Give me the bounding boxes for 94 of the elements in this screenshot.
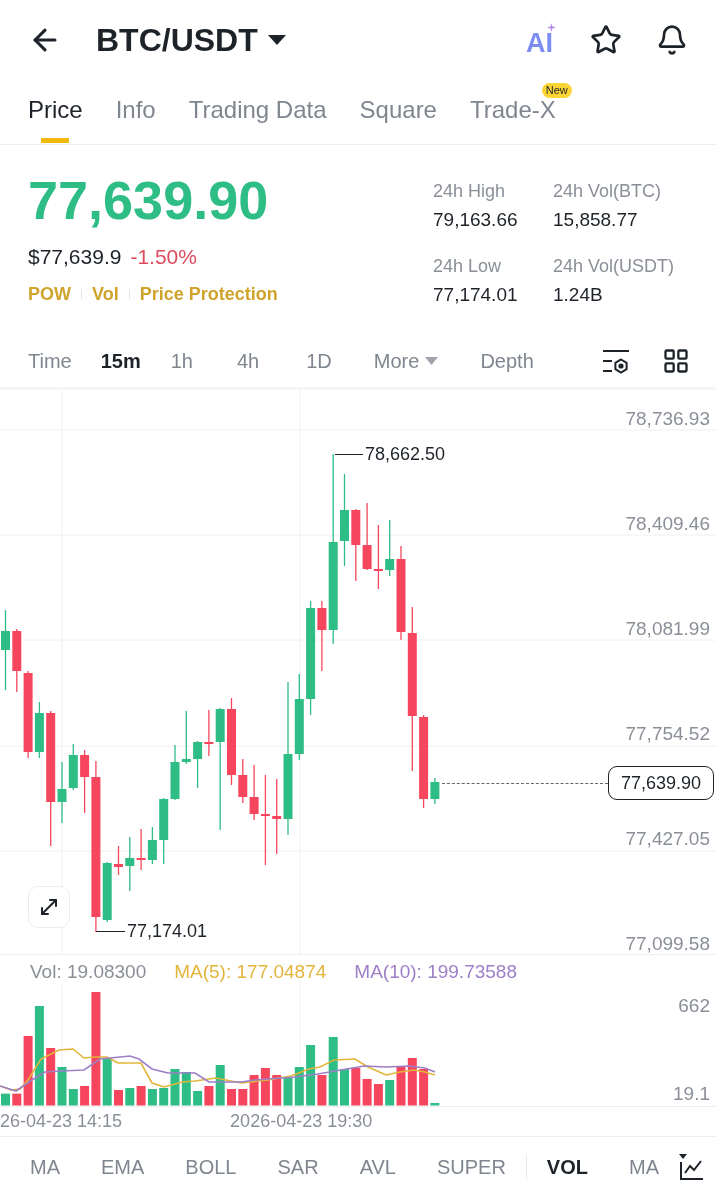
high-price-label: 78,662.50 <box>365 442 446 466</box>
tag-link[interactable]: Vol <box>92 280 119 308</box>
volume-bar <box>407 1058 417 1106</box>
interval-tab[interactable]: More <box>373 351 439 371</box>
last-price: 77,639.90 <box>28 173 270 227</box>
candlestick <box>373 524 383 590</box>
time-axis-label: 2026-04-23 19:30 <box>230 1110 373 1133</box>
volume-bar <box>136 1086 146 1106</box>
volume-bar <box>193 1091 203 1106</box>
candlestick <box>68 743 78 791</box>
candlestick <box>193 740 203 789</box>
ai-button[interactable]: AI <box>526 23 556 57</box>
interval-tab[interactable]: 1D <box>306 351 332 371</box>
volume-legend-text: Vol: 19.08300 <box>30 961 147 983</box>
volume-bar <box>283 1078 293 1106</box>
stat-value: 79,163.66 <box>433 208 519 232</box>
indicator-tab[interactable]: BOLL <box>185 1156 237 1177</box>
volume-axis-label: 662 <box>678 995 710 1017</box>
candlestick <box>181 710 191 765</box>
sparkle-icon <box>547 23 556 32</box>
volume-bar <box>272 1075 282 1106</box>
stat-value: 1.24B <box>553 283 604 307</box>
grid-icon[interactable] <box>662 347 690 375</box>
interval-tab[interactable]: 15m <box>100 351 141 371</box>
stat-label: 24h High <box>433 180 507 203</box>
volume-bar <box>340 1069 349 1106</box>
low-price-label: 77,174.01 <box>127 919 208 943</box>
caret-icon <box>267 35 286 45</box>
volume-legend-text: MA(10): 199.73588 <box>354 961 517 983</box>
candlestick <box>114 845 123 876</box>
stat-label: 24h Vol(BTC) <box>553 180 663 203</box>
price-axis-label: 77,427.05 <box>625 828 710 849</box>
price-change: -1.50% <box>130 244 197 271</box>
volume-legend-text: MA(5): 177.04874 <box>174 961 327 983</box>
indicator-tab[interactable]: EMA <box>101 1156 145 1177</box>
candlestick <box>170 744 180 801</box>
leader-line <box>96 930 125 932</box>
indicator-tab[interactable]: MA <box>629 1156 659 1177</box>
tag-link[interactable]: POW <box>28 280 71 308</box>
volume-bar <box>181 1072 191 1106</box>
stat-value: 15,858.77 <box>553 208 639 232</box>
candlestick <box>238 758 248 804</box>
volume-bar <box>351 1068 361 1106</box>
tag-link[interactable]: Price Protection <box>139 280 278 308</box>
interval-tab[interactable]: 4h <box>237 351 260 371</box>
candlestick <box>136 828 146 871</box>
stat-value: 77,174.01 <box>433 283 519 307</box>
indicator-tab[interactable]: VOL <box>546 1156 588 1177</box>
current-price-tag: 77,639.90 <box>607 766 714 800</box>
fiat-price: $77,639.9 <box>28 244 122 271</box>
candlestick <box>159 797 169 865</box>
volume-bar <box>125 1088 135 1106</box>
indicator-tab[interactable]: AVL <box>359 1156 396 1177</box>
new-badge: New <box>541 83 572 98</box>
indicator-settings-icon[interactable] <box>602 348 630 374</box>
tab[interactable]: Trading Data <box>188 98 327 144</box>
tab[interactable]: Info <box>115 98 156 144</box>
indicator-tab[interactable]: SAR <box>277 1156 319 1177</box>
interval-tab[interactable]: Depth <box>480 351 534 371</box>
leader-line <box>335 453 363 455</box>
volume-bar <box>227 1089 236 1106</box>
volume-bar <box>362 1079 372 1106</box>
stat-label: 24h Vol(USDT) <box>553 255 676 278</box>
tab[interactable]: Price <box>28 98 83 144</box>
candlestick <box>125 836 135 892</box>
candlestick <box>147 826 157 865</box>
candlestick <box>12 628 22 693</box>
indicator-tab[interactable]: SUPER <box>436 1156 506 1177</box>
tab[interactable]: Square <box>359 98 437 144</box>
price-axis-label: 78,081.99 <box>625 618 710 639</box>
volume-axis-label: 19.1 <box>673 1083 710 1105</box>
star-icon[interactable] <box>590 24 622 56</box>
price-axis-label: 77,099.58 <box>625 933 710 954</box>
candlestick <box>362 502 372 571</box>
bell-icon[interactable] <box>656 24 688 56</box>
price-axis-label: 78,736.93 <box>625 408 710 429</box>
expand-button[interactable] <box>28 886 70 928</box>
volume-bar <box>294 1067 304 1106</box>
volume-bar <box>147 1089 157 1106</box>
volume-bar <box>1 1093 10 1106</box>
indicator-tab[interactable]: MA <box>30 1156 60 1177</box>
interval-tab[interactable]: Time <box>28 351 72 371</box>
price-axis-label: 78,409.46 <box>625 513 710 534</box>
volume-bar <box>260 1068 270 1106</box>
volume-bar <box>373 1084 383 1106</box>
volume-bar <box>114 1090 123 1106</box>
pair-selector[interactable]: BTC/USDT <box>96 24 286 56</box>
price-axis-label: 77,754.52 <box>625 723 710 744</box>
tab[interactable]: Trade-X <box>469 98 556 144</box>
tab-underline <box>41 138 70 143</box>
stat-label: 24h Low <box>433 255 503 278</box>
time-axis-label: 26-04-23 14:15 <box>0 1110 123 1133</box>
line-chart-icon[interactable] <box>678 1152 704 1181</box>
interval-tab[interactable]: 1h <box>170 351 193 371</box>
